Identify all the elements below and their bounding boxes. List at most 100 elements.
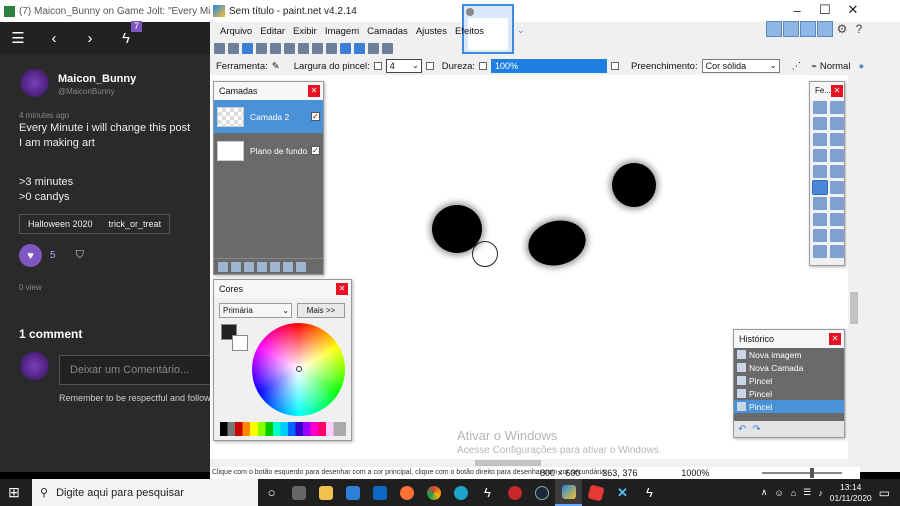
print-icon[interactable] [256, 42, 267, 54]
volume-icon[interactable]: ♪ [818, 488, 823, 498]
menu-arquivo[interactable]: Arquivo [216, 26, 256, 37]
copy-icon[interactable] [284, 42, 295, 54]
activity-icon[interactable]: ϟ7 [108, 21, 144, 54]
crop-icon[interactable] [312, 42, 323, 54]
duplicate-layer-icon[interactable] [244, 261, 254, 272]
layer-visibility-checkbox[interactable]: ✓ [311, 146, 320, 155]
scrollbar-thumb[interactable] [475, 460, 541, 466]
line-curve-icon[interactable] [830, 229, 844, 242]
comment-input[interactable]: Deixar um Comentário... [59, 355, 212, 385]
antialias-icon[interactable]: ⋰ [792, 61, 802, 72]
firefox-icon[interactable] [393, 479, 420, 506]
lasso-select-icon[interactable] [813, 117, 827, 130]
browser-tab[interactable]: (7) Maicon_Bunny on Game Jolt: "Every Mi… [0, 0, 212, 22]
panel-title[interactable]: Histórico ✕ [734, 330, 844, 348]
history-item[interactable]: Nova Camada [734, 361, 844, 374]
cut-icon[interactable] [270, 42, 281, 54]
file-explorer-icon[interactable] [312, 479, 339, 506]
menu-icon[interactable]: ☰ [0, 22, 36, 54]
tray-expand-icon[interactable]: ∧ [761, 487, 768, 498]
close-icon[interactable]: ✕ [308, 85, 320, 97]
menu-editar[interactable]: Editar [256, 26, 289, 37]
secondary-color-swatch[interactable] [232, 335, 248, 351]
color-wheel-knob[interactable] [296, 366, 302, 372]
close-icon[interactable]: ✕ [829, 333, 841, 345]
layer-properties-icon[interactable] [296, 261, 306, 272]
history-item[interactable]: Pincel [734, 387, 844, 400]
zoom-icon[interactable] [830, 133, 844, 146]
brush-width-decrease[interactable] [373, 62, 382, 70]
panel-title[interactable]: Fe... ✕ [810, 82, 844, 100]
close-button[interactable]: ✕ [839, 0, 867, 20]
document-close-icon[interactable] [466, 8, 474, 16]
layer-row[interactable]: Plano de fundo ✓ [214, 134, 323, 167]
clock[interactable]: 13:14 01/11/2020 [830, 482, 872, 504]
undo-icon[interactable]: ↶ [738, 424, 746, 435]
layer-row[interactable]: Camada 2 ✓ [214, 100, 323, 133]
colors-toggle-icon[interactable] [817, 21, 833, 37]
like-button[interactable]: ♥ [19, 244, 42, 267]
help-icon[interactable]: ? [851, 21, 867, 37]
recolor-icon[interactable] [830, 213, 844, 226]
add-layer-icon[interactable] [218, 261, 228, 272]
eraser-icon[interactable] [830, 181, 844, 194]
move-layer-down-icon[interactable] [283, 261, 293, 272]
text-icon[interactable] [813, 229, 827, 242]
color-picker-icon[interactable] [830, 197, 844, 210]
paintbrush-tool-icon[interactable] [812, 180, 828, 195]
layer-visibility-checkbox[interactable]: ✓ [311, 112, 320, 121]
back-icon[interactable]: ‹ [36, 22, 72, 54]
maximize-button[interactable]: ☐ [811, 0, 839, 20]
redo-icon[interactable] [354, 42, 365, 54]
tools-toggle-icon[interactable] [766, 21, 782, 37]
menu-imagem[interactable]: Imagem [321, 26, 363, 37]
menu-efeitos[interactable]: Efeitos [451, 26, 488, 37]
author-name[interactable]: Maicon_Bunny [58, 73, 136, 85]
save-icon[interactable] [242, 42, 253, 54]
close-icon[interactable]: ✕ [831, 85, 843, 97]
history-item[interactable]: Pincel [734, 374, 844, 387]
document-list-chevron-icon[interactable]: ⌄ [517, 25, 525, 36]
shapes-alt-icon[interactable] [830, 245, 844, 258]
brush-width-increase[interactable] [425, 62, 434, 70]
deselect-icon[interactable] [326, 42, 337, 54]
paint-bucket-icon[interactable] [813, 165, 827, 178]
edge-icon[interactable] [447, 479, 474, 506]
alpha-blending-icon[interactable]: ● [858, 61, 864, 72]
history-item[interactable]: Pincel [734, 400, 844, 413]
windows-start-icon[interactable]: ⊞ [0, 479, 28, 506]
pan-icon[interactable] [830, 149, 844, 162]
zoom-slider-knob[interactable] [810, 468, 814, 478]
notifications-icon[interactable]: ▭ [879, 486, 890, 500]
task-view-icon[interactable] [285, 479, 312, 506]
ruler-icon[interactable] [382, 42, 393, 54]
chrome-icon[interactable] [420, 479, 447, 506]
steam-icon[interactable] [528, 479, 555, 506]
grid-icon[interactable] [368, 42, 379, 54]
post-author[interactable]: Maicon_Bunny @MaiconBunny [19, 69, 136, 100]
gradient-icon[interactable] [830, 165, 844, 178]
hardness-slider[interactable]: 100% [491, 59, 608, 73]
layers-toggle-icon[interactable] [800, 21, 816, 37]
paste-icon[interactable] [298, 42, 309, 54]
cortana-icon[interactable]: ○ [258, 479, 285, 506]
scrollbar-thumb[interactable] [850, 292, 858, 324]
panel-title[interactable]: Cores ✕ [214, 280, 351, 298]
avatar[interactable] [19, 69, 50, 100]
app-x-icon[interactable]: ✕ [609, 479, 636, 506]
gamejolt-taskbar-icon[interactable]: ϟ [474, 479, 501, 506]
app-red-icon[interactable] [501, 479, 528, 506]
roblox-icon[interactable] [582, 479, 609, 506]
tag-trick-or-treat[interactable]: trick_or_treat [101, 219, 170, 229]
ellipse-select-icon[interactable] [813, 133, 827, 146]
history-toggle-icon[interactable] [783, 21, 799, 37]
zoom-value[interactable]: 1000% [681, 467, 709, 479]
hardness-decrease[interactable] [479, 62, 488, 70]
forward-icon[interactable]: › [72, 22, 108, 54]
close-icon[interactable]: ✕ [336, 283, 348, 295]
menu-camadas[interactable]: Camadas [363, 26, 412, 37]
menu-exibir[interactable]: Exibir [289, 26, 321, 37]
blend-mode-value[interactable]: Normal [820, 61, 851, 72]
wifi-icon[interactable]: ☰ [803, 487, 811, 498]
discord-tray-icon[interactable]: ☺ [775, 488, 784, 498]
